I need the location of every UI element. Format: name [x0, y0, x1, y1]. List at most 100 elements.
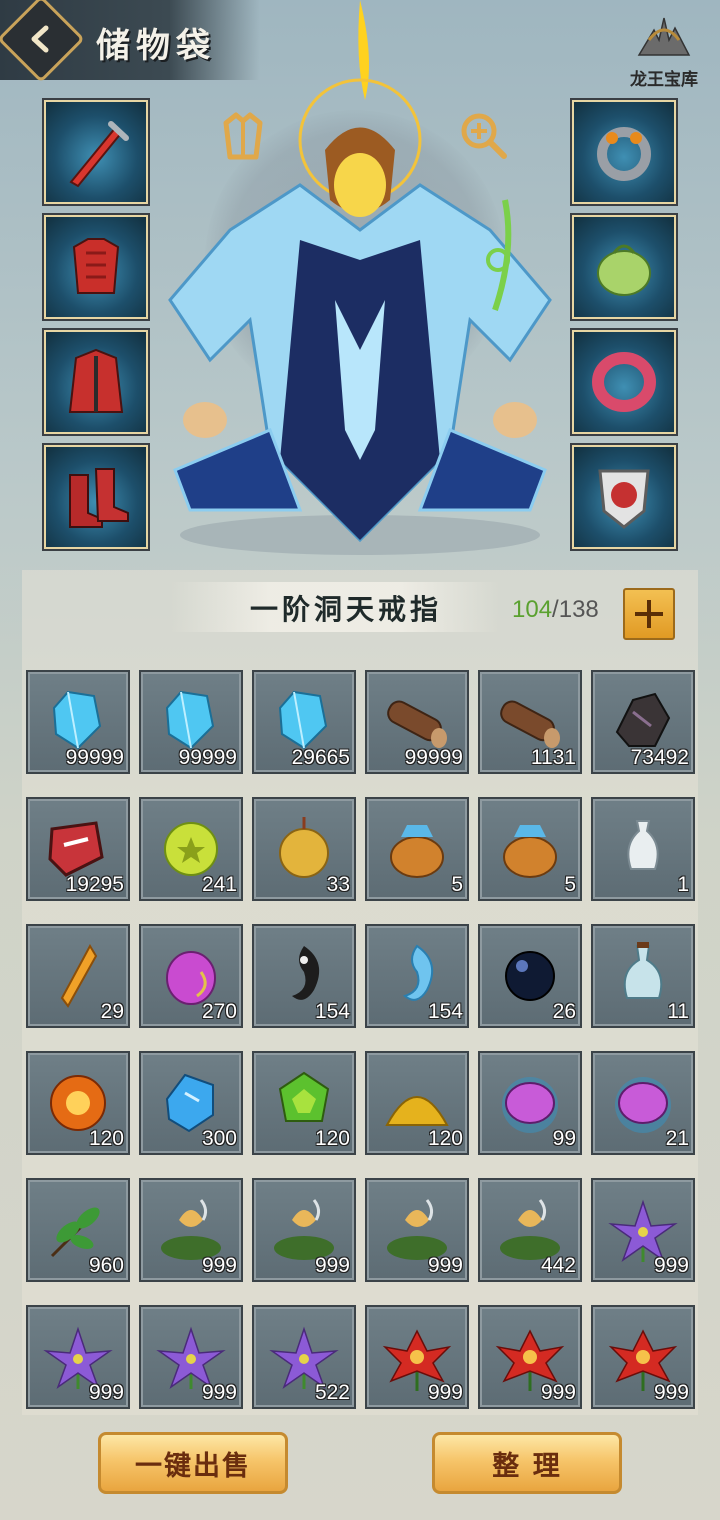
item-quantity: 999 [653, 1254, 689, 1277]
capacity-separator: / [552, 596, 559, 623]
equip-slot-robe[interactable] [42, 328, 150, 436]
inventory-slot[interactable]: 522 [252, 1305, 356, 1409]
treasure-bag-icon [390, 825, 444, 878]
item-quantity: 11 [667, 1000, 689, 1023]
ring-icon [597, 127, 651, 181]
item-quantity: 5 [564, 873, 576, 896]
item-quantity: 26 [552, 1000, 576, 1023]
item-quantity: 1131 [530, 746, 576, 769]
inventory-slot[interactable]: 120 [365, 1051, 469, 1155]
logo-label: 龙王宝库 [630, 70, 698, 90]
armor-icon [72, 238, 120, 294]
inventory-slot[interactable]: 960 [26, 1178, 130, 1282]
equip-slot-bracelet[interactable] [570, 328, 678, 436]
item-quantity: 999 [201, 1254, 237, 1277]
inventory-slot[interactable]: 5 [365, 797, 469, 901]
item-quantity: 442 [540, 1254, 576, 1277]
inventory-slot[interactable]: 1 [591, 797, 695, 901]
item-quantity: 999 [427, 1254, 463, 1277]
inventory-slot[interactable]: 99999 [26, 670, 130, 774]
bracelet-icon [592, 352, 656, 412]
sell-all-button[interactable]: 一键出售 [98, 1432, 288, 1494]
equip-slot-boots[interactable] [42, 443, 150, 551]
inventory-slot[interactable]: 1131 [478, 670, 582, 774]
inventory-slot[interactable]: 120 [252, 1051, 356, 1155]
sort-button[interactable]: 整 理 [432, 1432, 622, 1494]
item-quantity: 120 [314, 1127, 350, 1150]
item-quantity: 73492 [630, 746, 689, 769]
inventory-slot[interactable]: 300 [139, 1051, 243, 1155]
equip-slot-weapon[interactable] [42, 98, 150, 206]
dragon-king-logo[interactable]: 龙王宝库 [622, 10, 706, 90]
inventory-slot[interactable]: 154 [365, 924, 469, 1028]
item-quantity: 99999 [178, 746, 237, 769]
inventory-slot[interactable]: 999 [252, 1178, 356, 1282]
inventory-slot[interactable]: 29 [26, 924, 130, 1028]
item-quantity: 999 [653, 1381, 689, 1404]
item-quantity: 29665 [291, 746, 350, 769]
item-grid: 99999 99999 29665 99999 1131 73492 19295… [26, 670, 695, 1409]
item-quantity: 999 [88, 1381, 124, 1404]
inventory-slot[interactable]: 999 [365, 1178, 469, 1282]
capacity-total: 138 [558, 596, 599, 623]
inventory-slot[interactable]: 999 [591, 1305, 695, 1409]
item-quantity: 270 [201, 1000, 237, 1023]
item-quantity: 999 [314, 1254, 350, 1277]
boots-icon [69, 468, 129, 528]
inventory-slot[interactable]: 33 [252, 797, 356, 901]
item-quantity: 154 [427, 1000, 463, 1023]
item-quantity: 120 [427, 1127, 463, 1150]
equip-slot-pouch[interactable] [570, 213, 678, 321]
item-quantity: 522 [314, 1381, 350, 1404]
inventory-slot[interactable]: 442 [478, 1178, 582, 1282]
inventory-slot[interactable]: 21 [591, 1051, 695, 1155]
inventory-slot[interactable]: 99 [478, 1051, 582, 1155]
capacity-used: 104 [512, 596, 553, 623]
item-quantity: 5 [451, 873, 463, 896]
item-quantity: 99 [552, 1127, 576, 1150]
item-quantity: 154 [314, 1000, 350, 1023]
inventory-slot[interactable]: 154 [252, 924, 356, 1028]
inventory-slot[interactable]: 999 [26, 1305, 130, 1409]
inventory-slot[interactable]: 270 [139, 924, 243, 1028]
inventory-slot[interactable]: 999 [139, 1178, 243, 1282]
inventory-slot[interactable]: 29665 [252, 670, 356, 774]
item-quantity: 960 [88, 1254, 124, 1277]
character-figure [150, 0, 570, 560]
inventory-slot[interactable]: 999 [478, 1305, 582, 1409]
item-quantity: 21 [665, 1127, 689, 1150]
inventory-slot[interactable]: 19295 [26, 797, 130, 901]
sword-icon [69, 121, 129, 188]
treasure-bag-icon [503, 825, 557, 878]
inventory-slot[interactable]: 11 [591, 924, 695, 1028]
inventory-slot[interactable]: 99999 [365, 670, 469, 774]
inventory-slot[interactable]: 999 [139, 1305, 243, 1409]
equip-slot-ring[interactable] [570, 98, 678, 206]
item-quantity: 999 [540, 1381, 576, 1404]
bag-title: 一阶洞天戒指 [250, 593, 443, 626]
plus-icon [635, 600, 663, 628]
equip-slot-armor[interactable] [42, 213, 150, 321]
pouch-icon [597, 244, 651, 296]
item-quantity: 120 [88, 1127, 124, 1150]
equip-slot-shield[interactable] [570, 443, 678, 551]
item-quantity: 241 [201, 873, 237, 896]
inventory-slot[interactable]: 120 [26, 1051, 130, 1155]
shield-icon [598, 469, 650, 529]
item-quantity: 33 [326, 873, 350, 896]
inventory-slot[interactable]: 999 [591, 1178, 695, 1282]
item-quantity: 300 [201, 1127, 237, 1150]
inventory-slot[interactable]: 241 [139, 797, 243, 901]
robe-icon [68, 348, 124, 413]
item-quantity: 29 [100, 1000, 124, 1023]
expand-capacity-button[interactable] [623, 588, 675, 640]
chevron-left-icon [31, 25, 49, 53]
inventory-slot[interactable]: 26 [478, 924, 582, 1028]
inventory-slot[interactable]: 73492 [591, 670, 695, 774]
inventory-slot[interactable]: 99999 [139, 670, 243, 774]
inventory-slot[interactable]: 5 [478, 797, 582, 901]
dragon-emblem-icon [637, 17, 691, 56]
white-vase-icon [627, 820, 659, 870]
item-quantity: 999 [201, 1381, 237, 1404]
inventory-slot[interactable]: 999 [365, 1305, 469, 1409]
